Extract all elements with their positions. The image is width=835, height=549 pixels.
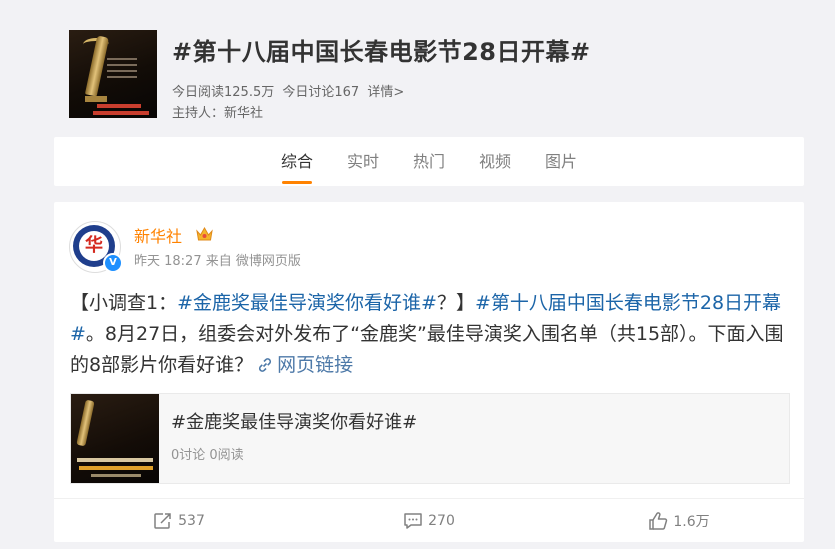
like-button[interactable]: 1.6万 <box>554 499 804 543</box>
repost-icon <box>154 513 171 529</box>
comment-icon <box>404 513 422 529</box>
shared-topic-thumbnail <box>71 394 159 483</box>
topic-title: #第十八届中国长春电影节28日开幕# <box>172 38 591 66</box>
like-count: 1.6万 <box>673 514 710 530</box>
comment-button[interactable]: 270 <box>304 499 554 543</box>
topic-cover-image <box>69 30 157 118</box>
web-link[interactable]: 网页链接 <box>253 354 353 376</box>
post-meta: 昨天 18:27 来自 微博网页版 <box>134 250 301 269</box>
verified-badge-icon: V <box>103 253 123 273</box>
comment-count: 270 <box>428 513 455 529</box>
discussions-today: 今日讨论167 <box>282 85 360 100</box>
repost-count: 537 <box>178 513 205 529</box>
tab-comprehensive[interactable]: 综合 <box>264 137 330 186</box>
post-time[interactable]: 昨天 18:27 <box>134 254 202 269</box>
tab-realtime[interactable]: 实时 <box>330 137 396 186</box>
repost-button[interactable]: 537 <box>54 499 304 543</box>
host-label: 主持人： <box>172 106 225 121</box>
hashtag-golden-deer-director[interactable]: #金鹿奖最佳导演奖你看好谁# <box>177 292 437 314</box>
post-text: 【小调查1：#金鹿奖最佳导演奖你看好谁#？】#第十八届中国长春电影节28日开幕#… <box>70 288 790 381</box>
topic-stats: 今日阅读125.5万 今日讨论167 详情> <box>172 81 408 100</box>
author-name[interactable]: 新华社 <box>134 223 182 247</box>
post-source: 来自 微博网页版 <box>205 254 301 269</box>
tab-images[interactable]: 图片 <box>528 137 594 186</box>
shared-topic-stats: 0讨论 0阅读 <box>171 448 244 463</box>
details-link[interactable]: 详情> <box>367 85 404 100</box>
reads-today: 今日阅读125.5万 <box>172 85 275 100</box>
shared-topic-card[interactable]: #金鹿奖最佳导演奖你看好谁# 0讨论 0阅读 <box>70 393 790 484</box>
post-text-part3: 。8月27日，组委会对外发布了“金鹿奖”最佳导演奖入围名单（共15部）。下面入围… <box>70 323 784 376</box>
thumbs-up-icon <box>649 512 668 530</box>
link-icon <box>259 358 272 372</box>
shared-topic-title: #金鹿奖最佳导演奖你看好谁# <box>171 412 418 433</box>
host-name[interactable]: 新华社 <box>224 106 263 121</box>
xinhua-logo-icon: 华 <box>85 235 103 256</box>
post-text-part2: ？】 <box>436 292 475 314</box>
web-link-label: 网页链接 <box>277 354 354 376</box>
topic-tabs: 综合 实时 热门 视频 图片 <box>54 137 804 186</box>
post-card: 华 V 新华社 昨天 18:27 来自 微博网页版 【小调查1：#金鹿奖最佳导演… <box>54 202 804 542</box>
post-actions: 537 270 1.6万 <box>54 498 804 543</box>
tab-hot[interactable]: 热门 <box>396 137 462 186</box>
topic-host: 主持人：新华社 <box>172 102 263 121</box>
tab-video[interactable]: 视频 <box>462 137 528 186</box>
post-text-part1: 【小调查1： <box>70 292 178 314</box>
crown-icon <box>196 226 213 241</box>
